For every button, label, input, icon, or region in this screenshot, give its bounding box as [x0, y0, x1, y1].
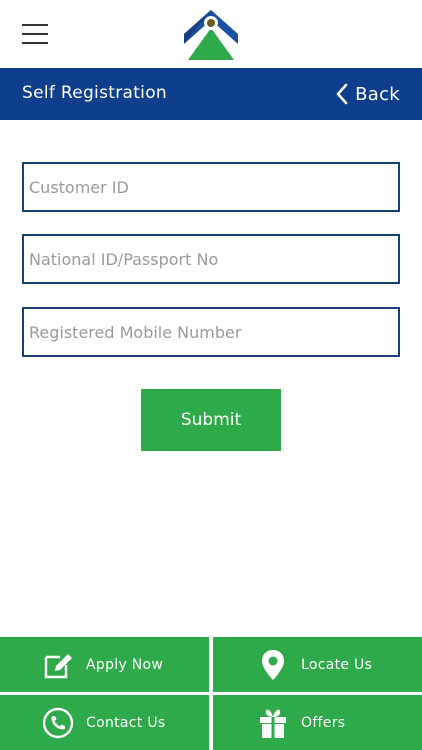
top-bar — [0, 0, 422, 68]
mobile-number-field[interactable] — [22, 307, 400, 357]
hamburger-menu-icon[interactable] — [22, 24, 48, 46]
back-button[interactable]: Back — [335, 81, 400, 107]
contact-us-label: Contact Us — [86, 714, 166, 731]
mobile-number-input[interactable] — [24, 309, 398, 355]
back-label: Back — [355, 83, 400, 105]
phone-icon — [42, 707, 74, 739]
bottom-nav: Apply Now Locate Us Contact Us Offers — [0, 637, 422, 750]
offers-button[interactable]: Offers — [213, 695, 422, 750]
apply-now-label: Apply Now — [86, 656, 164, 673]
national-id-input[interactable] — [24, 236, 398, 282]
offers-label: Offers — [301, 714, 346, 731]
bank-logo — [182, 8, 240, 62]
national-id-field[interactable] — [22, 234, 400, 284]
customer-id-input[interactable] — [24, 164, 398, 210]
chevron-left-icon — [336, 83, 348, 105]
locate-us-label: Locate Us — [301, 656, 373, 673]
contact-us-button[interactable]: Contact Us — [0, 695, 209, 750]
gift-icon — [257, 707, 289, 739]
apply-now-button[interactable]: Apply Now — [0, 637, 209, 692]
location-pin-icon — [257, 649, 289, 681]
submit-button[interactable]: Submit — [141, 389, 281, 451]
title-bar: Self Registration Back — [0, 68, 422, 120]
customer-id-field[interactable] — [22, 162, 400, 212]
edit-icon — [42, 649, 74, 681]
locate-us-button[interactable]: Locate Us — [213, 637, 422, 692]
page-title: Self Registration — [22, 83, 167, 103]
